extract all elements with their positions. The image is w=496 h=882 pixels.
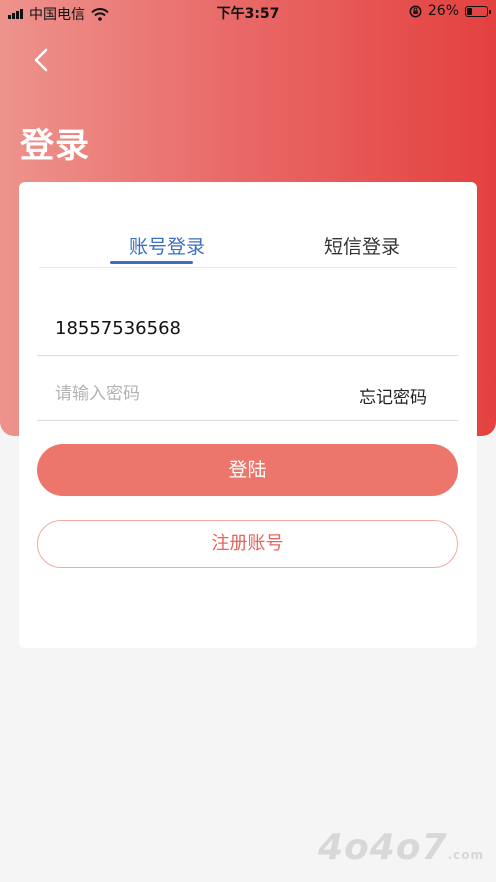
register-button[interactable]: 注册账号	[37, 520, 458, 568]
password-field: 忘记密码	[37, 364, 458, 421]
watermark-suffix: .com	[447, 848, 484, 862]
login-button[interactable]: 登陆	[37, 444, 458, 496]
password-input[interactable]	[55, 380, 335, 408]
phone-field[interactable]: 18557536568	[37, 300, 458, 356]
battery-fill	[467, 7, 472, 15]
tab-account-login[interactable]: 账号登录	[129, 232, 205, 259]
battery-percent: 26%	[427, 3, 459, 19]
orientation-lock-icon	[409, 5, 422, 17]
watermark-logo: 4o4o7.com	[318, 827, 484, 868]
chevron-left-icon	[34, 48, 48, 72]
active-tab-indicator	[110, 261, 193, 264]
login-tabs: 账号登录 短信登录	[39, 222, 457, 268]
login-card: 账号登录 短信登录 18557536568 忘记密码 登陆 注册账号	[19, 182, 477, 648]
status-right: 26%	[409, 3, 491, 19]
forgot-password-link[interactable]: 忘记密码	[359, 383, 427, 408]
status-bar: 中国电信 下午3:57 26%	[0, 0, 496, 26]
watermark-text: 4o4o7	[317, 827, 448, 868]
battery-icon	[465, 5, 491, 17]
tab-sms-login[interactable]: 短信登录	[324, 232, 400, 259]
phone-value: 18557536568	[55, 318, 181, 339]
back-button[interactable]	[28, 44, 56, 76]
page-title: 登录	[20, 126, 90, 166]
